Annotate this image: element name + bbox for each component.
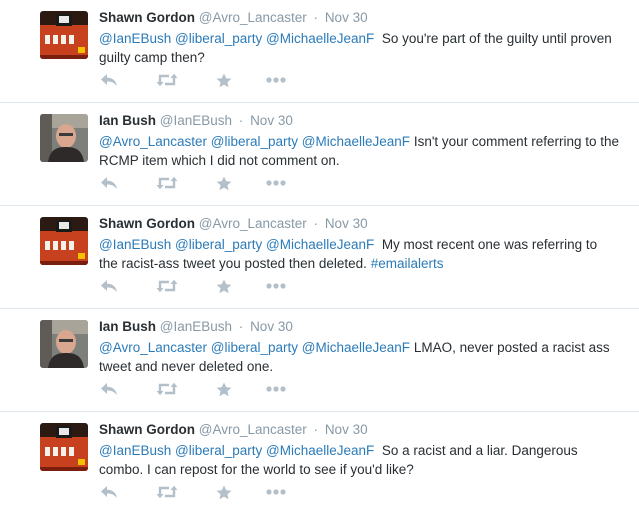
header-separator: · xyxy=(238,113,244,128)
tweet-timestamp[interactable]: Nov 30 xyxy=(250,319,293,334)
author-username[interactable]: @IanEBush xyxy=(160,113,232,128)
author-fullname[interactable]: Shawn Gordon xyxy=(99,216,195,231)
retweet-icon[interactable] xyxy=(155,484,179,500)
retweet-icon[interactable] xyxy=(155,72,179,88)
reply-icon[interactable] xyxy=(99,484,119,500)
star-icon[interactable] xyxy=(216,278,232,294)
tweet-header: Shawn Gordon @Avro_Lancaster · Nov 30 xyxy=(99,421,619,438)
retweet-icon[interactable] xyxy=(155,381,179,397)
reply-icon[interactable] xyxy=(99,175,119,191)
mention-link[interactable]: @IanEBush xyxy=(99,443,171,458)
author-username[interactable]: @Avro_Lancaster xyxy=(199,10,307,25)
avatar[interactable] xyxy=(40,11,88,59)
tweet-actions xyxy=(99,484,286,500)
tweet-item[interactable]: Ian Bush @IanEBush · Nov 30 @Avro_Lancas… xyxy=(0,103,639,206)
tweet-timestamp[interactable]: Nov 30 xyxy=(325,10,368,25)
mention-link[interactable]: @MichaelleJeanF xyxy=(266,237,374,252)
mention-link[interactable]: @IanEBush xyxy=(99,237,171,252)
hashtag-link[interactable]: #emailalerts xyxy=(371,256,444,271)
avatar[interactable] xyxy=(40,423,88,471)
tweet-header: Shawn Gordon @Avro_Lancaster · Nov 30 xyxy=(99,215,619,232)
author-fullname[interactable]: Ian Bush xyxy=(99,113,156,128)
star-icon[interactable] xyxy=(216,484,232,500)
author-fullname[interactable]: Ian Bush xyxy=(99,319,156,334)
tweet-item[interactable]: Shawn Gordon @Avro_Lancaster · Nov 30 @I… xyxy=(0,412,639,515)
reply-icon[interactable] xyxy=(99,278,119,294)
avatar[interactable] xyxy=(40,320,88,368)
header-separator: · xyxy=(238,319,244,334)
more-icon[interactable] xyxy=(266,278,286,294)
tweet-timeline: Shawn Gordon @Avro_Lancaster · Nov 30 @I… xyxy=(0,0,639,515)
mention-link[interactable]: @liberal_party xyxy=(175,237,262,252)
tweet-timestamp[interactable]: Nov 30 xyxy=(325,422,368,437)
mention-link[interactable]: @MichaelleJeanF xyxy=(302,134,410,149)
tweet-text: @Avro_Lancaster @liberal_party @Michaell… xyxy=(99,132,619,170)
tweet-actions xyxy=(99,72,286,88)
author-username[interactable]: @Avro_Lancaster xyxy=(199,216,307,231)
reply-icon[interactable] xyxy=(99,72,119,88)
mention-link[interactable]: @IanEBush xyxy=(99,31,171,46)
reply-icon[interactable] xyxy=(99,381,119,397)
star-icon[interactable] xyxy=(216,381,232,397)
tweet-text: @IanEBush @liberal_party @MichaelleJeanF… xyxy=(99,235,619,273)
mention-link[interactable]: @liberal_party xyxy=(175,443,262,458)
more-icon[interactable] xyxy=(266,381,286,397)
star-icon[interactable] xyxy=(216,175,232,191)
retweet-icon[interactable] xyxy=(155,175,179,191)
header-separator: · xyxy=(313,422,319,437)
tweet-item[interactable]: Shawn Gordon @Avro_Lancaster · Nov 30 @I… xyxy=(0,0,639,103)
mention-link[interactable]: @Avro_Lancaster xyxy=(99,134,207,149)
tweet-item[interactable]: Ian Bush @IanEBush · Nov 30 @Avro_Lancas… xyxy=(0,309,639,412)
tweet-header: Ian Bush @IanEBush · Nov 30 xyxy=(99,318,619,335)
mention-link[interactable]: @MichaelleJeanF xyxy=(266,443,374,458)
tweet-header: Ian Bush @IanEBush · Nov 30 xyxy=(99,112,619,129)
avatar[interactable] xyxy=(40,217,88,265)
tweet-header: Shawn Gordon @Avro_Lancaster · Nov 30 xyxy=(99,9,619,26)
mention-link[interactable]: @liberal_party xyxy=(175,31,262,46)
tweet-actions xyxy=(99,175,286,191)
author-fullname[interactable]: Shawn Gordon xyxy=(99,422,195,437)
tweet-item[interactable]: Shawn Gordon @Avro_Lancaster · Nov 30 @I… xyxy=(0,206,639,309)
mention-link[interactable]: @liberal_party xyxy=(211,340,298,355)
mention-link[interactable]: @Avro_Lancaster xyxy=(99,340,207,355)
tweet-actions xyxy=(99,278,286,294)
tweet-actions xyxy=(99,381,286,397)
star-icon[interactable] xyxy=(216,72,232,88)
tweet-text: @IanEBush @liberal_party @MichaelleJeanF… xyxy=(99,29,619,67)
header-separator: · xyxy=(313,216,319,231)
header-separator: · xyxy=(313,10,319,25)
more-icon[interactable] xyxy=(266,72,286,88)
author-fullname[interactable]: Shawn Gordon xyxy=(99,10,195,25)
author-username[interactable]: @IanEBush xyxy=(160,319,232,334)
more-icon[interactable] xyxy=(266,484,286,500)
tweet-timestamp[interactable]: Nov 30 xyxy=(325,216,368,231)
retweet-icon[interactable] xyxy=(155,278,179,294)
mention-link[interactable]: @liberal_party xyxy=(211,134,298,149)
author-username[interactable]: @Avro_Lancaster xyxy=(199,422,307,437)
tweet-text: @IanEBush @liberal_party @MichaelleJeanF… xyxy=(99,441,619,479)
mention-link[interactable]: @MichaelleJeanF xyxy=(266,31,374,46)
mention-link[interactable]: @MichaelleJeanF xyxy=(302,340,410,355)
tweet-text: @Avro_Lancaster @liberal_party @Michaell… xyxy=(99,338,619,376)
tweet-timestamp[interactable]: Nov 30 xyxy=(250,113,293,128)
avatar[interactable] xyxy=(40,114,88,162)
more-icon[interactable] xyxy=(266,175,286,191)
